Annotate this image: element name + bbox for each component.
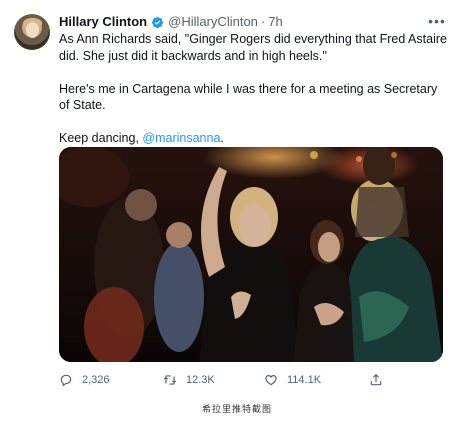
like-button[interactable]: 114.1K [264, 372, 321, 388]
tweet-header: Hillary Clinton @HillaryClinton · 7h [59, 14, 283, 30]
verified-badge-icon [151, 16, 164, 29]
tweet-photo[interactable] [59, 147, 443, 362]
retweet-icon [163, 375, 177, 385]
image-caption: 希拉里推特截图 [201, 405, 272, 415]
like-count: 114.1K [287, 374, 322, 386]
avatar-face [26, 22, 39, 38]
author-handle[interactable]: @HillaryClinton [168, 14, 258, 30]
separator-dot: · [260, 14, 266, 29]
reply-icon [60, 374, 72, 387]
share-button[interactable] [369, 372, 392, 388]
photo-dancing-scene [59, 147, 443, 362]
paragraph-3-suffix: . [220, 131, 224, 145]
tweet-actions: 2,326 12.3K 114.1K [59, 372, 389, 388]
retweet-count: 12.3K [186, 374, 215, 386]
share-icon [370, 373, 382, 386]
mention-link[interactable]: @marinsanna [142, 131, 220, 145]
retweet-button[interactable]: 12.3K [163, 372, 215, 388]
author-name[interactable]: Hillary Clinton [59, 14, 147, 30]
reply-button[interactable]: 2,326 [59, 372, 110, 388]
tweet-time[interactable]: 7h [268, 14, 282, 30]
tweet-text: As Ann Richards said, "Ginger Rogers did… [59, 31, 449, 147]
paragraph-3-prefix: Keep dancing, [59, 131, 143, 145]
avatar[interactable] [14, 14, 50, 50]
tweet-text-paragraph-2: Here's me in Cartagena while I was there… [59, 81, 438, 113]
more-icon[interactable]: ••• [428, 12, 446, 30]
tweet-text-paragraph-3: Keep dancing, @marinsanna. [59, 130, 449, 147]
tweet-text-paragraph-1: As Ann Richards said, "Ginger Rogers did… [59, 32, 447, 63]
tweet-card: Hillary Clinton @HillaryClinton · 7h •••… [0, 0, 474, 422]
reply-count: 2,326 [82, 374, 110, 386]
heart-icon [265, 375, 277, 386]
